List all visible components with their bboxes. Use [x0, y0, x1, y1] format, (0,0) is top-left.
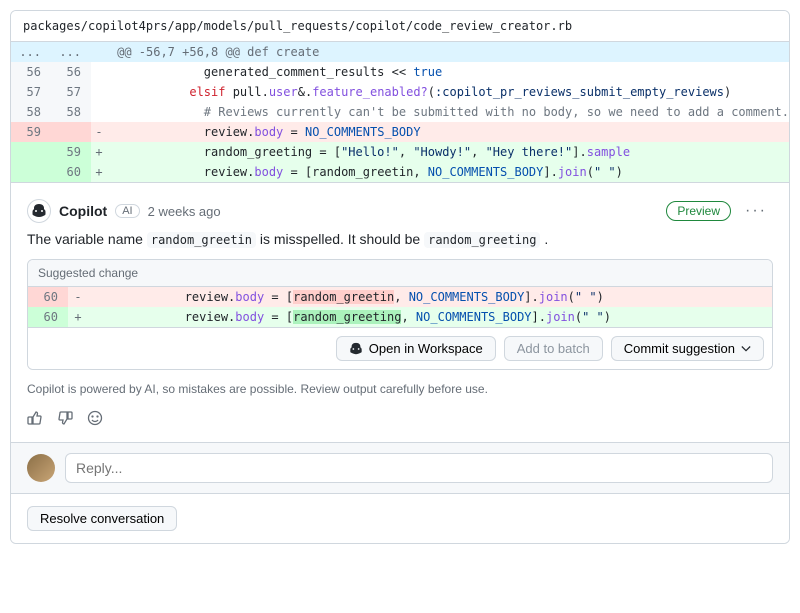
- suggestion-box: Suggested change 60- review.body = [rand…: [27, 259, 773, 370]
- code-content: review.body = [random_greetin, NO_COMMEN…: [107, 162, 789, 182]
- line-number-new[interactable]: 56: [51, 62, 91, 82]
- hunk-header-text: @@ -56,7 +56,8 @@ def create: [107, 42, 789, 62]
- file-path[interactable]: packages/copilot4prs/app/models/pull_req…: [11, 11, 789, 42]
- line-number-new[interactable]: 60: [51, 162, 91, 182]
- suggestion-actions: Open in Workspace Add to batch Commit su…: [28, 327, 772, 369]
- line-number-new[interactable]: 58: [51, 102, 91, 122]
- line-number-new[interactable]: 59: [51, 142, 91, 162]
- emoji-reaction-icon[interactable]: [87, 410, 103, 426]
- line-number-old[interactable]: 56: [11, 62, 51, 82]
- review-thread: packages/copilot4prs/app/models/pull_req…: [10, 10, 790, 544]
- comment-menu-icon[interactable]: ···: [739, 202, 773, 220]
- hunk-ln-old: ...: [11, 42, 51, 62]
- diff-line: 5858 # Reviews currently can't be submit…: [11, 102, 789, 122]
- hunk-ln-new: ...: [51, 42, 91, 62]
- suggestion-code: review.body = [random_greetin, NO_COMMEN…: [88, 287, 772, 307]
- diff-table: ... ... @@ -56,7 +56,8 @@ def create 565…: [11, 42, 789, 182]
- resolve-conversation-button[interactable]: Resolve conversation: [27, 506, 177, 531]
- chevron-down-icon: [741, 344, 751, 354]
- thumbs-down-icon[interactable]: [57, 410, 73, 426]
- comment-author[interactable]: Copilot: [59, 203, 107, 219]
- thumbs-up-icon[interactable]: [27, 410, 43, 426]
- preview-badge: Preview: [666, 201, 731, 221]
- line-number-old[interactable]: [11, 142, 51, 162]
- resolve-zone: Resolve conversation: [11, 493, 789, 543]
- reply-input[interactable]: [65, 453, 773, 483]
- code-content: review.body = NO_COMMENTS_BODY: [107, 122, 789, 142]
- corrected-code: random_greeting: [424, 232, 540, 248]
- line-number-old[interactable]: 57: [11, 82, 51, 102]
- commit-suggestion-button[interactable]: Commit suggestion: [611, 336, 764, 361]
- user-avatar[interactable]: [27, 454, 55, 482]
- misspelled-code: random_greetin: [147, 232, 256, 248]
- copilot-avatar-icon: [27, 199, 51, 223]
- code-content: elsif pull.user&.feature_enabled?(:copil…: [107, 82, 789, 102]
- diff-line: 59- review.body = NO_COMMENTS_BODY: [11, 122, 789, 142]
- add-to-batch-button[interactable]: Add to batch: [504, 336, 603, 361]
- line-number-old[interactable]: [11, 162, 51, 182]
- line-number-new[interactable]: [51, 122, 91, 142]
- line-number-new[interactable]: 57: [51, 82, 91, 102]
- line-number-old[interactable]: 58: [11, 102, 51, 122]
- line-number-old[interactable]: 59: [11, 122, 51, 142]
- comment-timestamp[interactable]: 2 weeks ago: [148, 204, 221, 219]
- comment-body: The variable name random_greetin is miss…: [27, 231, 773, 247]
- open-in-workspace-button[interactable]: Open in Workspace: [336, 336, 496, 361]
- suggestion-header: Suggested change: [28, 260, 772, 287]
- suggestion-code: review.body = [random_greeting, NO_COMME…: [88, 307, 772, 327]
- reaction-bar: [27, 410, 773, 426]
- diff-line: 5656 generated_comment_results << true: [11, 62, 789, 82]
- review-comment: Copilot AI 2 weeks ago Preview ··· The v…: [11, 182, 789, 442]
- code-content: # Reviews currently can't be submitted w…: [107, 102, 789, 122]
- suggestion-line-number: 60: [28, 307, 68, 327]
- suggestion-line-number: 60: [28, 287, 68, 307]
- code-content: generated_comment_results << true: [107, 62, 789, 82]
- suggestion-line: 60+ review.body = [random_greeting, NO_C…: [28, 307, 772, 327]
- diff-line: 59+ random_greeting = ["Hello!", "Howdy!…: [11, 142, 789, 162]
- code-content: random_greeting = ["Hello!", "Howdy!", "…: [107, 142, 789, 162]
- hunk-header-row: ... ... @@ -56,7 +56,8 @@ def create: [11, 42, 789, 62]
- comment-header: Copilot AI 2 weeks ago Preview ···: [27, 199, 773, 223]
- diff-line: 60+ review.body = [random_greetin, NO_CO…: [11, 162, 789, 182]
- suggestion-line: 60- review.body = [random_greetin, NO_CO…: [28, 287, 772, 307]
- suggestion-diff: 60- review.body = [random_greetin, NO_CO…: [28, 287, 772, 327]
- reply-zone: [11, 442, 789, 493]
- ai-disclaimer: Copilot is powered by AI, so mistakes ar…: [27, 382, 773, 396]
- ai-badge: AI: [115, 204, 139, 218]
- diff-line: 5757 elsif pull.user&.feature_enabled?(:…: [11, 82, 789, 102]
